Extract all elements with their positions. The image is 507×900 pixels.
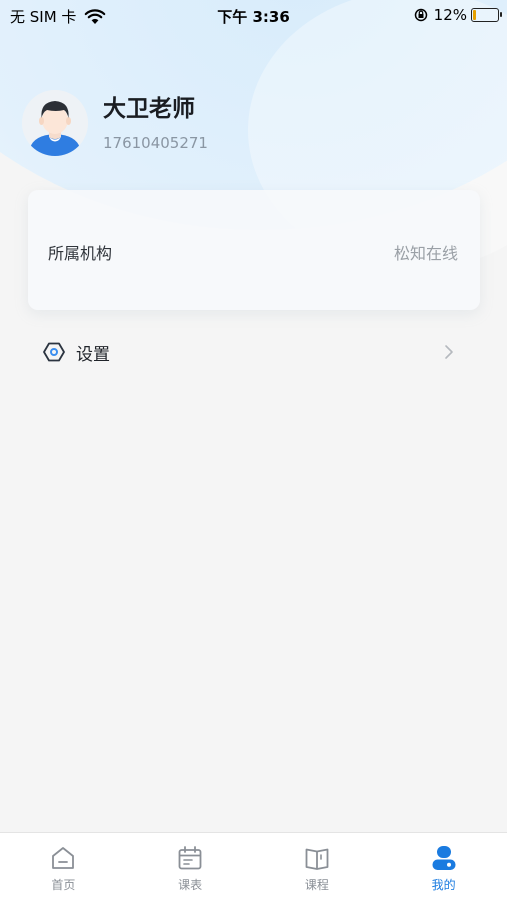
institution-card: 所属机构 松知在线 [28,190,480,310]
avatar[interactable] [22,90,88,156]
tab-bar: 首页 课表 课程 我的 [0,832,507,900]
profile-icon [432,846,456,870]
settings-icon [43,342,65,362]
settings-label: 设置 [76,344,110,365]
tab-schedule[interactable]: 课表 [127,833,254,900]
profile-text: 大卫老师 17610405271 [103,94,208,152]
institution-row[interactable]: 所属机构 松知在线 [48,240,458,264]
book-icon [305,848,329,870]
calendar-icon [178,846,202,870]
tab-mine-label: 我的 [431,878,456,892]
battery-percent: 12% [433,6,467,24]
status-right: 12% [414,6,502,24]
tab-home[interactable]: 首页 [0,833,127,900]
home-icon [52,847,75,869]
tab-mine[interactable]: 我的 [380,833,507,900]
tab-courses[interactable]: 课程 [254,833,381,900]
tab-courses-label: 课程 [304,878,329,892]
tab-home-label: 首页 [51,878,76,892]
chevron-right-icon [445,345,453,359]
battery-icon [471,8,502,22]
profile-header[interactable]: 大卫老师 17610405271 [22,90,208,156]
status-bar: 无 SIM 卡 下午 3:36 12% [0,0,507,30]
institution-label: 所属机构 [48,244,113,263]
orientation-lock-icon [414,8,427,22]
user-name: 大卫老师 [103,96,195,122]
tab-schedule-label: 课表 [178,878,203,892]
avatar-image [22,90,88,156]
settings-row[interactable]: 设置 [43,338,454,366]
user-phone: 17610405271 [103,134,208,152]
institution-value: 松知在线 [393,244,458,263]
